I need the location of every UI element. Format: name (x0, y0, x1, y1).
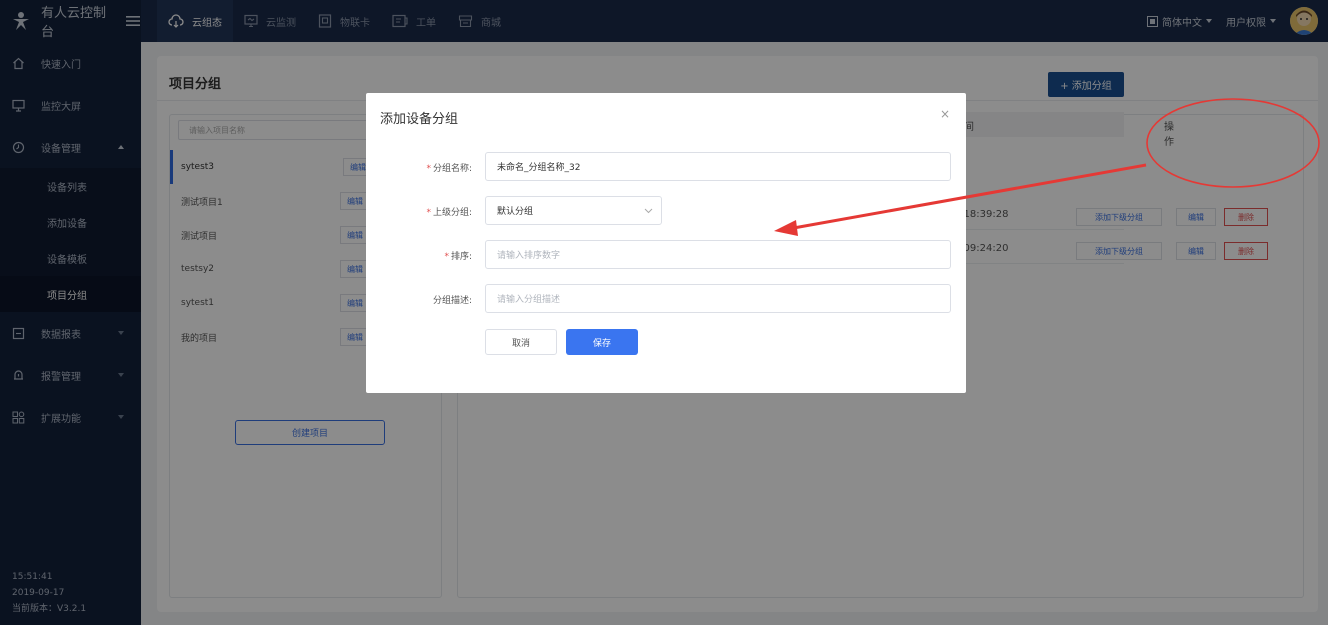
sort-input[interactable]: 请输入排序数字 (485, 240, 951, 269)
parent-group-value: 默认分组 (497, 207, 534, 217)
group-desc-input[interactable]: 请输入分组描述 (485, 284, 951, 313)
group-desc-label: 分组描述: (432, 296, 472, 306)
sort-label: * 排序: (444, 252, 472, 262)
dialog-title: 添加设备分组 (380, 112, 459, 127)
cancel-button[interactable]: 取消 (485, 329, 557, 355)
chevron-down-icon (644, 208, 653, 214)
group-name-label: * 分组名称: (426, 164, 472, 174)
parent-group-label: * 上级分组: (426, 208, 472, 218)
close-icon[interactable]: × (940, 107, 950, 121)
group-name-input[interactable]: 未命名_分组名称_32 (485, 152, 951, 181)
save-button[interactable]: 保存 (566, 329, 638, 355)
add-device-group-dialog: 添加设备分组 × * 分组名称: 未命名_分组名称_32 * 上级分组: 默认分组 … (366, 93, 966, 393)
parent-group-select[interactable]: 默认分组 (485, 196, 662, 225)
